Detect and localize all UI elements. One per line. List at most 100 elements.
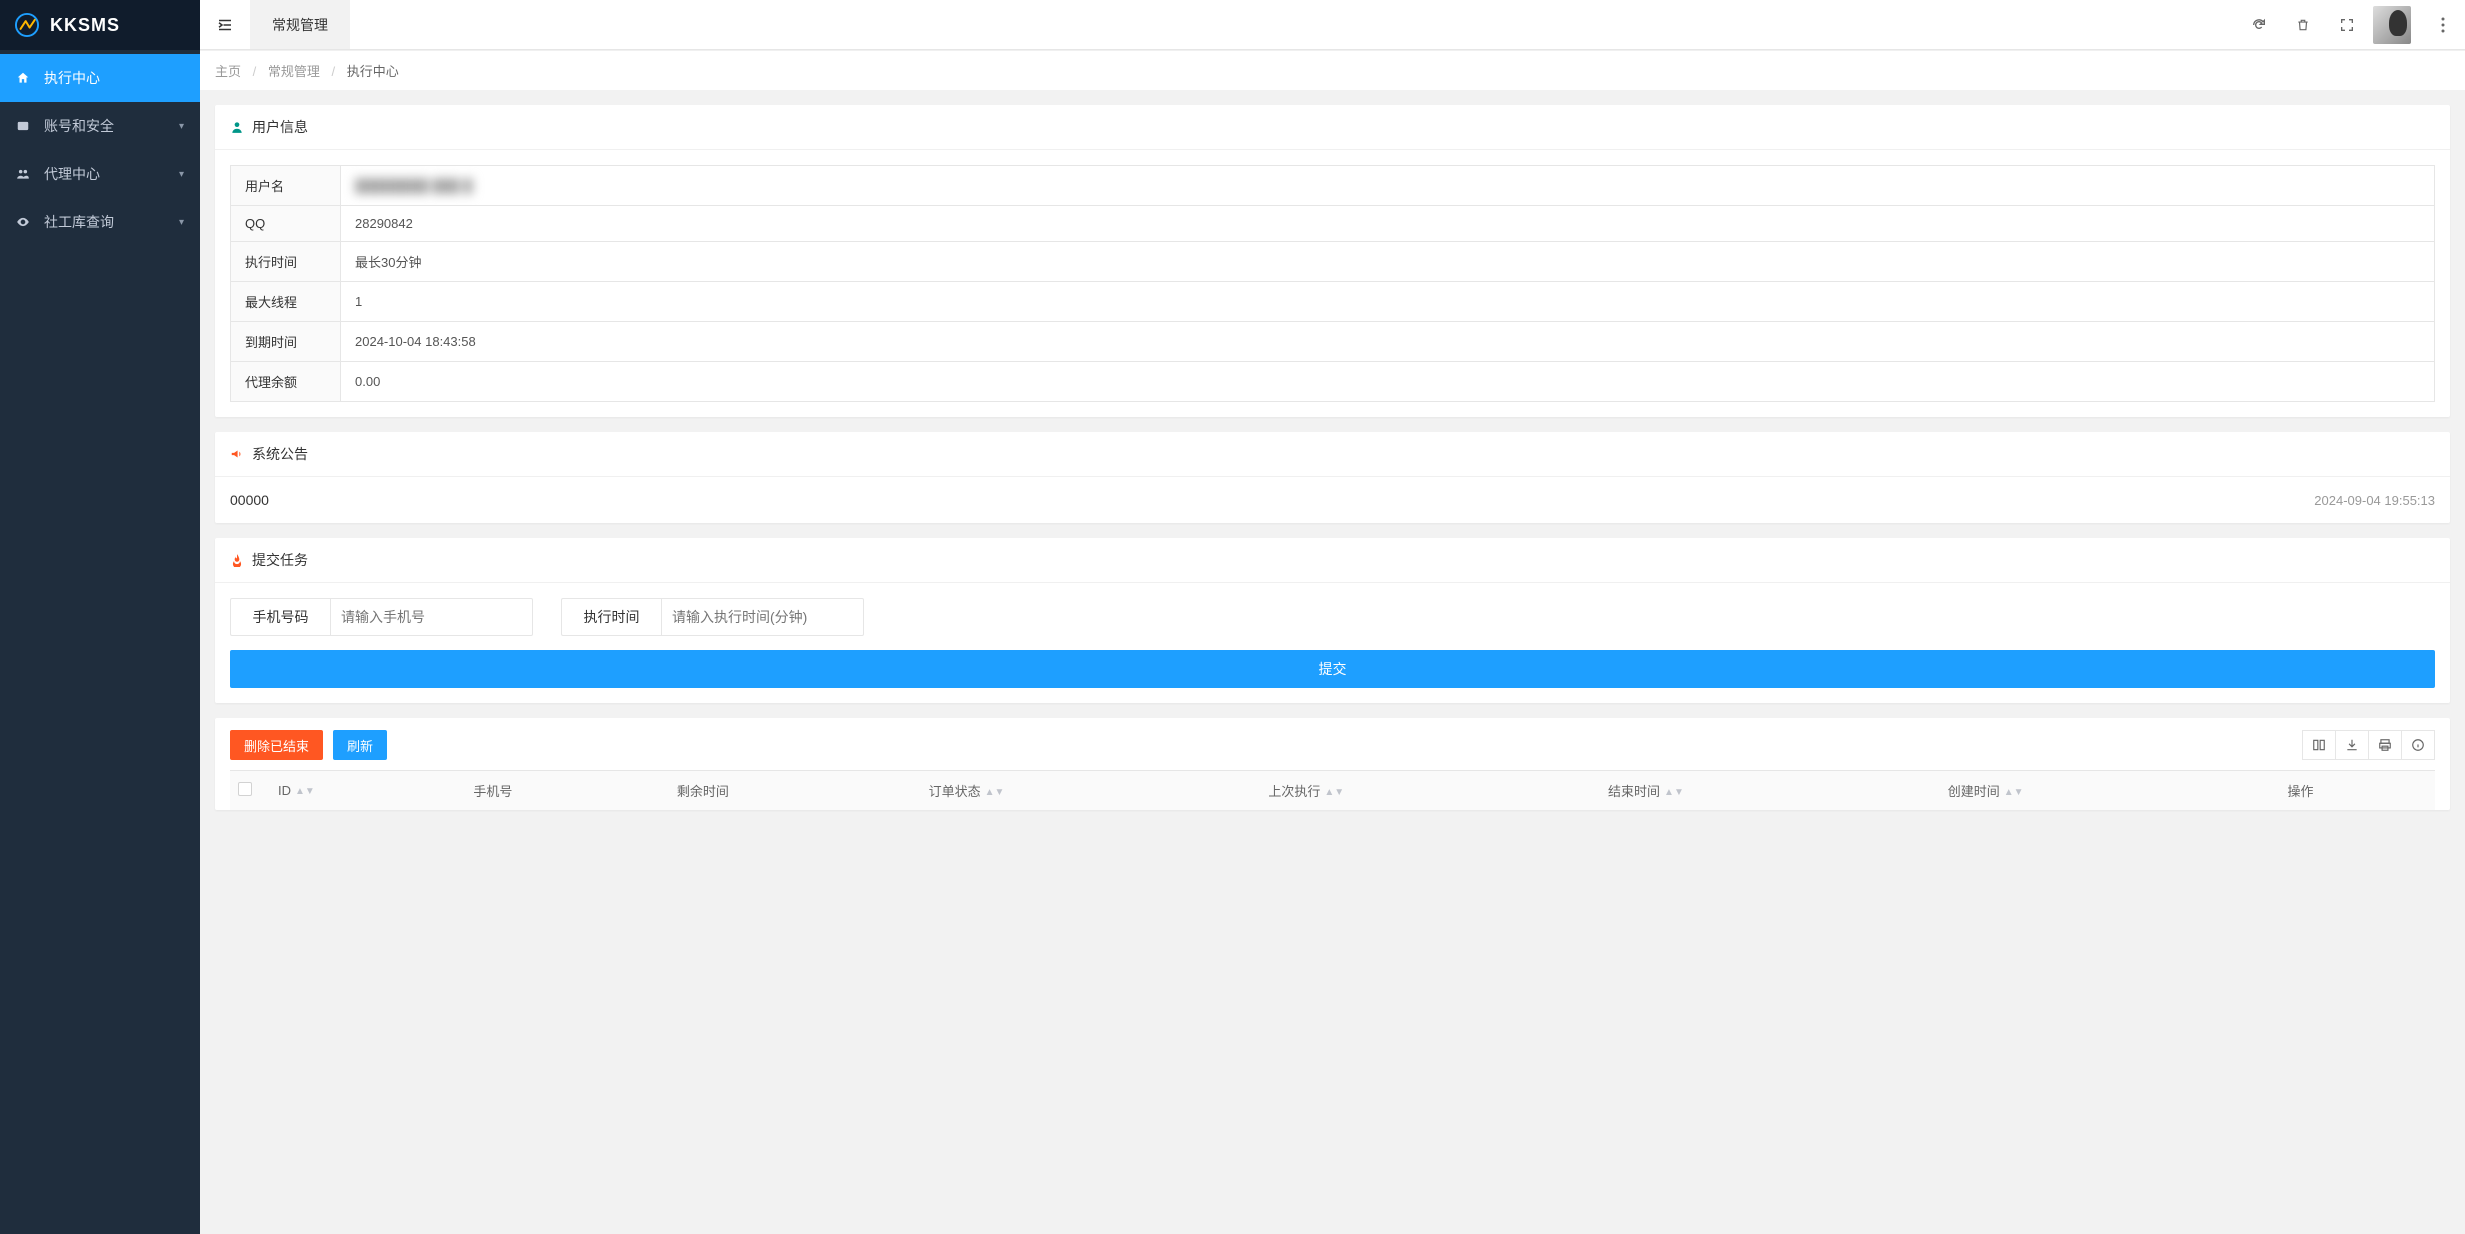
breadcrumb: 主页 / 常规管理 / 执行中心	[200, 50, 2465, 90]
sort-icon: ▲▼	[295, 789, 315, 795]
refresh-table-button[interactable]: 刷新	[333, 730, 387, 760]
card-user-info: 用户信息 用户名 ████████ ███ █ QQ 28290842	[215, 105, 2450, 417]
col-end-time[interactable]: 结束时间▲▼	[1600, 771, 1940, 811]
brand: KKSMS	[0, 0, 200, 50]
sidebar-item-label: 执行中心	[44, 68, 184, 88]
id-card-icon	[16, 119, 32, 133]
select-all-checkbox[interactable]	[238, 782, 252, 796]
card-task-table: 删除已结束 刷新	[215, 718, 2450, 810]
card-header: 提交任务	[215, 538, 2450, 583]
notice-date: 2024-09-04 19:55:13	[2314, 493, 2435, 508]
info-row: 代理余额 0.00	[231, 362, 2435, 402]
sidebar-item-social-db[interactable]: 社工库查询 ▾	[0, 198, 200, 246]
breadcrumb-home[interactable]: 主页	[215, 64, 241, 79]
card-submit-task: 提交任务 手机号码 执行时间 提交	[215, 538, 2450, 703]
chevron-down-icon: ▾	[179, 121, 184, 132]
breadcrumb-sep: /	[332, 64, 336, 79]
export-tool[interactable]	[2335, 730, 2369, 760]
delete-finished-button[interactable]: 删除已结束	[230, 730, 323, 760]
user-avatar[interactable]	[2373, 6, 2411, 44]
form-row: 手机号码 执行时间	[230, 598, 2435, 636]
info-key: 执行时间	[231, 242, 341, 282]
indent-icon	[216, 16, 234, 34]
info-row: 执行时间 最长30分钟	[231, 242, 2435, 282]
sidebar-nav: 执行中心 账号和安全 ▾ 代理中心 ▾ 社工库查询	[0, 50, 200, 246]
info-value: 28290842	[341, 206, 2435, 242]
bullhorn-icon	[230, 447, 244, 461]
card-system-notice: 系统公告 00000 2024-09-04 19:55:13	[215, 432, 2450, 523]
main-area: 常规管理 主页 / 常规管理	[200, 0, 2465, 1234]
task-table: ID▲▼ 手机号 剩余时间 订单状态▲▼ 上次执行▲▼ 结束时间▲▼ 创建时间▲…	[230, 770, 2435, 810]
topbar: 常规管理	[200, 0, 2465, 50]
columns-icon	[2312, 738, 2326, 752]
notice-text: 00000	[230, 492, 269, 508]
user-info-table: 用户名 ████████ ███ █ QQ 28290842 执行时间 最长30…	[230, 165, 2435, 402]
sidebar-item-label: 账号和安全	[44, 116, 167, 136]
info-key: 用户名	[231, 166, 341, 206]
info-key: 最大线程	[231, 282, 341, 322]
table-header-row: ID▲▼ 手机号 剩余时间 订单状态▲▼ 上次执行▲▼ 结束时间▲▼ 创建时间▲…	[230, 771, 2435, 811]
breadcrumb-mid[interactable]: 常规管理	[268, 64, 320, 79]
breadcrumb-current: 执行中心	[347, 64, 399, 79]
delete-button[interactable]	[2281, 0, 2325, 50]
info-tool[interactable]	[2401, 730, 2435, 760]
brand-logo-icon	[14, 12, 40, 38]
columns-tool[interactable]	[2302, 730, 2336, 760]
info-key: QQ	[231, 206, 341, 242]
info-row: QQ 28290842	[231, 206, 2435, 242]
form-group-phone: 手机号码	[230, 598, 533, 636]
brand-name: KKSMS	[50, 15, 120, 36]
info-value: 0.00	[341, 362, 2435, 402]
info-key: 代理余额	[231, 362, 341, 402]
info-row: 用户名 ████████ ███ █	[231, 166, 2435, 206]
users-icon	[16, 167, 32, 181]
tab-label: 常规管理	[272, 15, 328, 35]
sidebar-item-execute-center[interactable]: 执行中心	[0, 54, 200, 102]
submit-button[interactable]: 提交	[230, 650, 2435, 688]
chevron-down-icon: ▾	[179, 169, 184, 180]
table-toolbar: 删除已结束 刷新	[230, 730, 2435, 770]
user-icon	[230, 120, 244, 134]
info-value: 2024-10-04 18:43:58	[341, 322, 2435, 362]
info-value: 1	[341, 282, 2435, 322]
content: 用户信息 用户名 ████████ ███ █ QQ 28290842	[200, 90, 2465, 1234]
col-action: 操作	[2279, 771, 2435, 811]
sidebar-item-agent-center[interactable]: 代理中心 ▾	[0, 150, 200, 198]
col-create-time[interactable]: 创建时间▲▼	[1940, 771, 2280, 811]
sidebar: KKSMS 执行中心 账号和安全 ▾ 代理中心 ▾	[0, 0, 200, 1234]
home-icon	[16, 71, 32, 85]
col-id[interactable]: ID▲▼	[270, 771, 465, 811]
eye-icon	[16, 215, 32, 229]
card-header: 用户信息	[215, 105, 2450, 150]
sort-icon: ▲▼	[2004, 790, 2024, 796]
info-key: 到期时间	[231, 322, 341, 362]
notice-row: 00000 2024-09-04 19:55:13	[230, 492, 2435, 508]
phone-input[interactable]	[330, 598, 533, 636]
print-icon	[2378, 738, 2392, 752]
col-phone: 手机号	[465, 771, 669, 811]
chevron-down-icon: ▾	[179, 217, 184, 228]
duration-input[interactable]	[661, 598, 864, 636]
card-title: 提交任务	[252, 550, 308, 570]
sidebar-toggle-button[interactable]	[200, 0, 250, 49]
more-button[interactable]	[2421, 0, 2465, 50]
info-value: 最长30分钟	[341, 242, 2435, 282]
topbar-actions	[2237, 0, 2465, 49]
print-tool[interactable]	[2368, 730, 2402, 760]
duration-label: 执行时间	[561, 598, 661, 636]
sidebar-item-label: 社工库查询	[44, 212, 167, 232]
sidebar-item-account-security[interactable]: 账号和安全 ▾	[0, 102, 200, 150]
card-title: 用户信息	[252, 117, 308, 137]
sidebar-item-label: 代理中心	[44, 164, 167, 184]
info-row: 到期时间 2024-10-04 18:43:58	[231, 322, 2435, 362]
trash-icon	[2296, 17, 2310, 33]
col-last-exec[interactable]: 上次执行▲▼	[1260, 771, 1600, 811]
form-group-duration: 执行时间	[561, 598, 864, 636]
fullscreen-button[interactable]	[2325, 0, 2369, 50]
phone-label: 手机号码	[230, 598, 330, 636]
more-vertical-icon	[2441, 17, 2445, 33]
col-status[interactable]: 订单状态▲▼	[921, 771, 1261, 811]
refresh-button[interactable]	[2237, 0, 2281, 50]
tab-general-management[interactable]: 常规管理	[250, 0, 350, 49]
card-title: 系统公告	[252, 444, 308, 464]
